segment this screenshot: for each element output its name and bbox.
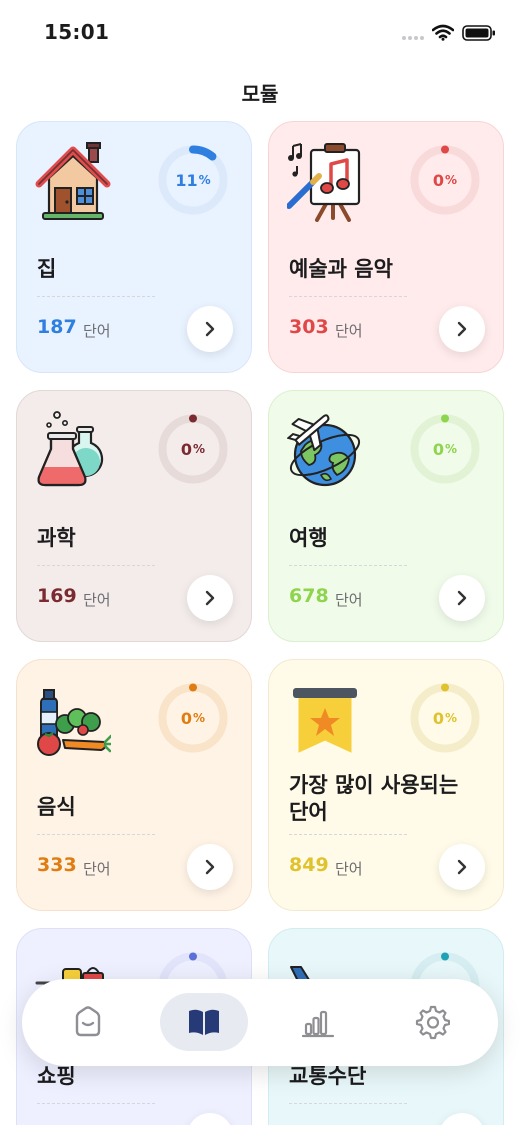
open-module-button[interactable] xyxy=(439,844,485,890)
progress-percent: 11% xyxy=(175,170,211,190)
module-title: 집 xyxy=(37,257,57,281)
tab-home[interactable] xyxy=(44,993,132,1051)
word-count: 187 xyxy=(37,316,77,338)
progress-percent: 0% xyxy=(180,439,206,459)
word-unit-label: 단어 xyxy=(83,322,111,340)
divider xyxy=(37,565,155,566)
open-module-button[interactable] xyxy=(187,1113,233,1125)
word-count: 849 xyxy=(289,854,329,876)
module-title: 여행 xyxy=(289,526,328,550)
travel-globe-icon xyxy=(287,414,361,487)
chevron-right-icon xyxy=(205,590,215,606)
signal-dots-icon xyxy=(402,36,426,40)
module-title: 과학 xyxy=(37,526,76,550)
home-icon xyxy=(75,1006,101,1037)
word-count: 303 xyxy=(289,316,329,338)
divider xyxy=(289,1103,407,1104)
tab-stats[interactable] xyxy=(274,993,362,1051)
word-count: 678 xyxy=(289,585,329,607)
chevron-right-icon xyxy=(205,321,215,337)
science-flasks-icon xyxy=(37,411,104,487)
module-title: 예술과 음악 xyxy=(289,257,393,281)
battery-icon xyxy=(462,25,495,41)
progress-value: 0 xyxy=(432,708,445,728)
progress-percent: 0% xyxy=(432,708,458,728)
word-unit-label: 단어 xyxy=(83,591,111,609)
tab-bar xyxy=(22,979,498,1066)
chevron-right-icon xyxy=(457,590,467,606)
progress-percent: 0% xyxy=(432,170,458,190)
module-title: 교통수단 xyxy=(289,1064,367,1088)
open-module-button[interactable] xyxy=(439,1113,485,1125)
module-card-home[interactable]: 11% 집 187 단어 xyxy=(16,121,252,373)
food-groceries-icon xyxy=(37,689,111,756)
divider xyxy=(37,296,155,297)
star-ribbon-icon xyxy=(293,688,357,753)
module-card-science[interactable]: 0% 과학 169 단어 xyxy=(16,390,252,642)
word-unit-label: 단어 xyxy=(83,860,111,878)
chevron-right-icon xyxy=(457,321,467,337)
open-module-button[interactable] xyxy=(187,844,233,890)
word-unit-label: 단어 xyxy=(335,860,363,878)
progress-value: 0 xyxy=(180,708,193,728)
word-unit-label: 단어 xyxy=(335,591,363,609)
word-count: 169 xyxy=(37,585,77,607)
status-bar: 15:01 xyxy=(0,0,520,66)
open-module-button[interactable] xyxy=(439,575,485,621)
progress-value: 0 xyxy=(432,439,445,459)
art-music-icon xyxy=(287,143,361,222)
word-unit-label: 단어 xyxy=(335,322,363,340)
divider xyxy=(37,834,155,835)
wifi-icon xyxy=(432,24,454,41)
module-title: 음식 xyxy=(37,795,76,819)
tab-modules[interactable] xyxy=(160,993,248,1051)
module-card-travel[interactable]: 0% 여행 678 단어 xyxy=(268,390,504,642)
open-module-button[interactable] xyxy=(187,575,233,621)
module-title: 쇼핑 xyxy=(37,1064,76,1088)
page-title: 모듈 xyxy=(241,82,279,106)
settings-gear-icon xyxy=(415,1005,450,1040)
word-count: 333 xyxy=(37,854,77,876)
progress-value: 0 xyxy=(180,439,193,459)
module-title: 가장 많이 사용되는 단어 xyxy=(289,773,459,824)
house-icon xyxy=(35,142,111,220)
module-card-most-used-words[interactable]: 0% 가장 많이 사용되는 단어 849 단어 xyxy=(268,659,504,911)
progress-percent: 0% xyxy=(432,439,458,459)
open-module-button[interactable] xyxy=(187,306,233,352)
chevron-right-icon xyxy=(457,859,467,875)
progress-value: 0 xyxy=(432,170,445,190)
divider xyxy=(37,1103,155,1104)
divider xyxy=(289,565,407,566)
stats-chart-icon xyxy=(301,1010,335,1038)
module-card-food[interactable]: 0% 음식 333 단어 xyxy=(16,659,252,911)
open-module-button[interactable] xyxy=(439,306,485,352)
tab-settings[interactable] xyxy=(388,993,476,1051)
progress-value: 11 xyxy=(175,170,198,190)
divider xyxy=(289,296,407,297)
progress-percent: 0% xyxy=(180,708,206,728)
status-time: 15:01 xyxy=(44,20,110,44)
module-card-art-music[interactable]: 0% 예술과 음악 303 단어 xyxy=(268,121,504,373)
divider xyxy=(289,834,407,835)
chevron-right-icon xyxy=(205,859,215,875)
book-icon xyxy=(189,1009,219,1035)
